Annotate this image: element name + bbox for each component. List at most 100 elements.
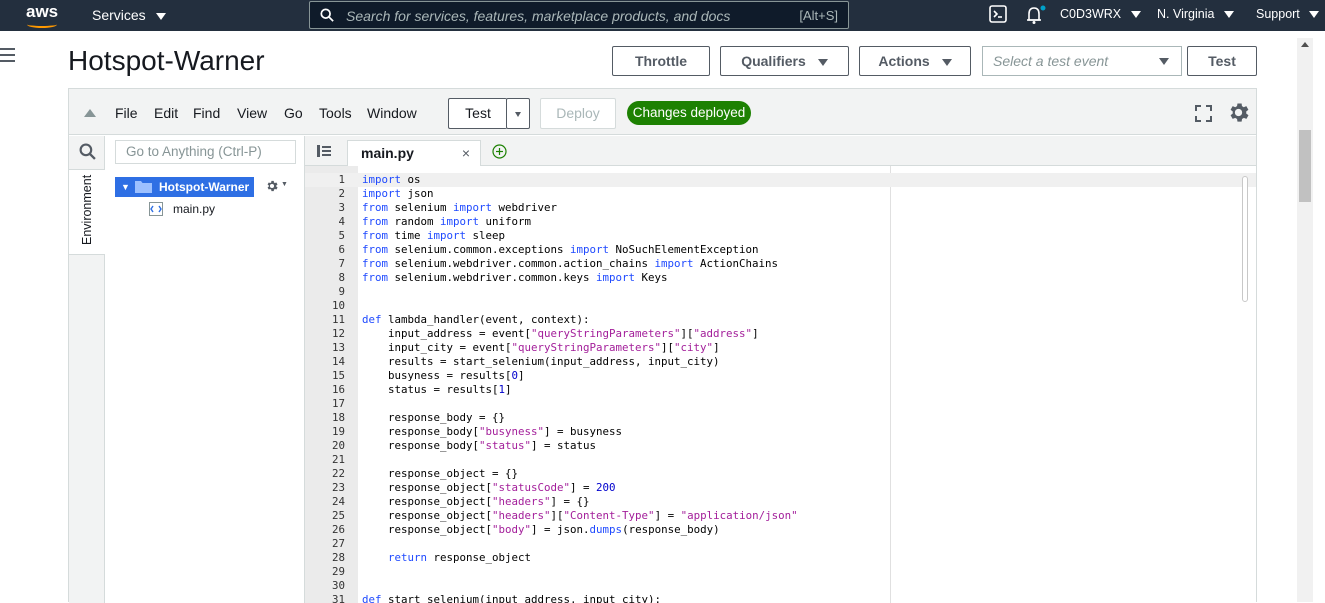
ide-test-label: Test xyxy=(465,105,491,121)
services-menu[interactable]: Services xyxy=(92,7,166,23)
chevron-down-icon xyxy=(941,58,952,66)
code-line[interactable]: 4 from random import uniform xyxy=(305,215,1256,229)
line-number: 7 xyxy=(338,257,345,270)
search-shortcut: [Alt+S] xyxy=(799,8,838,23)
search-icon[interactable] xyxy=(79,143,96,160)
code-line[interactable]: 5 from time import sleep xyxy=(305,229,1256,243)
qualifiers-button[interactable]: Qualifiers xyxy=(720,46,849,76)
menu-find[interactable]: Find xyxy=(193,105,220,121)
code-text: response_object["headers"]["Content-Type… xyxy=(362,509,798,522)
ide-test-dropdown[interactable] xyxy=(506,98,530,129)
code-line[interactable]: 17 xyxy=(305,397,1256,411)
code-line[interactable]: 1 import os xyxy=(305,173,1256,187)
aws-logo[interactable]: aws xyxy=(24,2,60,29)
file-list-icon[interactable] xyxy=(317,145,331,157)
editor-scrollbar[interactable] xyxy=(1242,176,1248,302)
chevron-down-icon xyxy=(1159,58,1169,65)
code-line[interactable]: 2 import json xyxy=(305,187,1256,201)
hamburger-icon[interactable] xyxy=(0,48,15,66)
cloudshell-icon[interactable] xyxy=(989,5,1007,23)
code-text: from selenium.webdriver.common.keys impo… xyxy=(362,271,668,284)
code-line[interactable]: 21 xyxy=(305,453,1256,467)
gear-icon[interactable] xyxy=(265,179,279,193)
menu-view[interactable]: View xyxy=(237,105,267,121)
goto-anything-input[interactable]: Go to Anything (Ctrl-P) xyxy=(115,140,296,164)
qualifiers-label: Qualifiers xyxy=(741,53,806,69)
gear-icon[interactable] xyxy=(1226,100,1251,125)
code-line[interactable]: 8 from selenium.webdriver.common.keys imp… xyxy=(305,271,1256,285)
menu-file[interactable]: File xyxy=(115,105,138,121)
chevron-down-icon xyxy=(155,12,166,20)
code-line[interactable]: 24 response_object["headers"] = {} xyxy=(305,495,1256,509)
code-text: import os xyxy=(362,173,421,186)
code-line[interactable]: 6 from selenium.common.exceptions import … xyxy=(305,243,1256,257)
code-line[interactable]: 12 input_address = event["queryStringPar… xyxy=(305,327,1256,341)
menu-tools[interactable]: Tools xyxy=(319,105,352,121)
menu-window[interactable]: Window xyxy=(367,105,417,121)
code-line[interactable]: 22 response_object = {} xyxy=(305,467,1256,481)
code-line[interactable]: 7 from selenium.webdriver.common.action_c… xyxy=(305,257,1256,271)
test-event-select[interactable]: Select a test event xyxy=(982,46,1182,76)
page-scrollbar[interactable] xyxy=(1297,38,1313,602)
add-tab-icon[interactable] xyxy=(492,144,507,159)
code-text: response_body = {} xyxy=(362,411,506,424)
global-search[interactable]: Search for services, features, marketpla… xyxy=(309,1,849,29)
code-content[interactable]: 1 import os 2 import json 3 from selenium imp… xyxy=(305,173,1256,603)
bell-icon[interactable] xyxy=(1025,5,1047,25)
test-button[interactable]: Test xyxy=(1187,46,1257,76)
code-text: response_object["headers"] = {} xyxy=(362,495,590,508)
menu-go[interactable]: Go xyxy=(284,105,303,121)
line-number: 15 xyxy=(331,369,345,382)
code-line[interactable]: 28 return response_object xyxy=(305,551,1256,565)
code-line[interactable]: 27 xyxy=(305,537,1256,551)
code-line[interactable]: 18 response_body = {} xyxy=(305,411,1256,425)
code-text: status = results[1] xyxy=(362,383,512,396)
code-line[interactable]: 10 xyxy=(305,299,1256,313)
code-line[interactable]: 11 def lambda_handler(event, context): xyxy=(305,313,1256,327)
throttle-button[interactable]: Throttle xyxy=(612,46,710,76)
fullscreen-icon[interactable] xyxy=(1195,105,1212,122)
environment-tab[interactable]: Environment xyxy=(69,169,105,255)
actions-button[interactable]: Actions xyxy=(859,46,971,76)
support-label: Support xyxy=(1256,7,1300,21)
code-line[interactable]: 23 response_object["statusCode"] = 200 xyxy=(305,481,1256,495)
chevron-down-icon: ▼ xyxy=(281,181,288,188)
line-number: 1 xyxy=(338,173,345,186)
line-number: 18 xyxy=(331,411,345,424)
line-number: 3 xyxy=(338,201,345,214)
code-line[interactable]: 9 xyxy=(305,285,1256,299)
code-line[interactable]: 26 response_object["body"] = json.dumps(… xyxy=(305,523,1256,537)
code-line[interactable]: 14 results = start_selenium(input_addres… xyxy=(305,355,1256,369)
code-text: results = start_selenium(input_address, … xyxy=(362,355,720,368)
line-number: 17 xyxy=(331,397,345,410)
code-editor[interactable]: 1 import os 2 import json 3 from selenium imp… xyxy=(305,166,1256,603)
chevron-down-icon xyxy=(515,111,521,117)
code-text: response_body["status"] = status xyxy=(362,439,597,452)
tab-main-py[interactable]: main.py × xyxy=(347,140,481,166)
ide-sidebar: Environment xyxy=(69,136,105,603)
tree-folder-root[interactable]: ▼ Hotspot-Warner - / xyxy=(115,177,254,214)
close-icon[interactable]: × xyxy=(462,141,470,165)
menu-edit[interactable]: Edit xyxy=(154,105,178,121)
code-line[interactable]: 13 input_city = event["queryStringParame… xyxy=(305,341,1256,355)
account-menu[interactable]: C0D3WRX xyxy=(1060,7,1141,21)
code-line[interactable]: 19 response_body["busyness"] = busyness xyxy=(305,425,1256,439)
line-number: 5 xyxy=(338,229,345,242)
line-number: 6 xyxy=(338,243,345,256)
code-line[interactable]: 15 busyness = results[0] xyxy=(305,369,1256,383)
code-line[interactable]: 20 response_body["status"] = status xyxy=(305,439,1256,453)
code-line[interactable]: 29 xyxy=(305,565,1256,579)
code-line[interactable]: 3 from selenium import webdriver xyxy=(305,201,1256,215)
region-label: N. Virginia xyxy=(1157,7,1215,21)
line-number: 24 xyxy=(331,495,345,508)
support-menu[interactable]: Support xyxy=(1256,7,1320,21)
region-menu[interactable]: N. Virginia xyxy=(1157,7,1234,21)
ide-test-button[interactable]: Test xyxy=(448,98,507,129)
deploy-button[interactable]: Deploy xyxy=(540,98,616,129)
code-line[interactable]: 30 xyxy=(305,579,1256,593)
code-line[interactable]: 25 response_object["headers"]["Content-T… xyxy=(305,509,1256,523)
code-line[interactable]: 16 status = results[1] xyxy=(305,383,1256,397)
scrollbar-thumb[interactable] xyxy=(1299,130,1311,202)
scroll-up-icon[interactable] xyxy=(1301,42,1309,47)
collapse-up-icon[interactable] xyxy=(84,109,96,117)
